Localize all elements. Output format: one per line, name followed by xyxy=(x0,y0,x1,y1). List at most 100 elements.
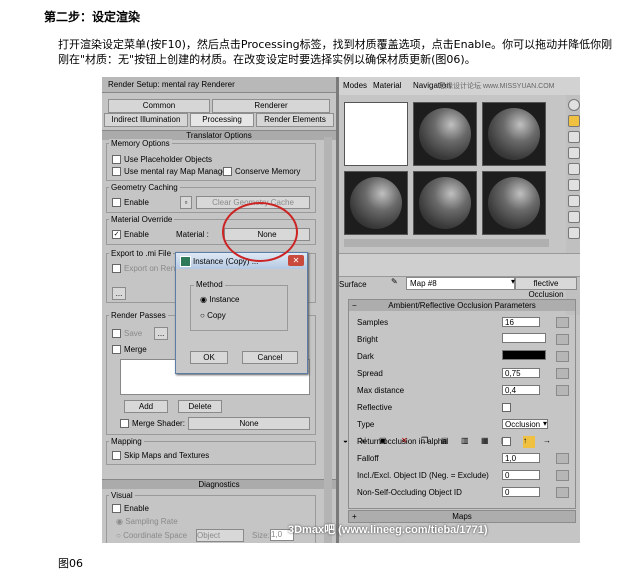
type-dropdown[interactable]: Occlusion xyxy=(502,419,548,429)
material-editor-panel: Modes Material Navigation 思缘设计论坛 www.MIS… xyxy=(339,77,580,543)
menu-material[interactable]: Material xyxy=(373,81,401,90)
sphere-preview xyxy=(488,177,540,229)
render-setup-title: Render Setup: mental ray Renderer xyxy=(108,80,235,89)
navigator-icon[interactable] xyxy=(568,227,580,239)
backlight-icon[interactable] xyxy=(568,115,580,127)
map-type-button[interactable]: flective Occlusion xyxy=(515,277,577,299)
object-dropdown[interactable]: Object xyxy=(196,529,244,542)
skip-maps-row[interactable]: Skip Maps and Textures xyxy=(112,451,209,461)
type-dropdown-arrow-icon[interactable]: ▾ xyxy=(543,419,547,428)
sample-type-icon[interactable] xyxy=(568,99,580,111)
dark-map-button[interactable] xyxy=(556,351,569,362)
video-color-icon[interactable] xyxy=(568,163,580,175)
reflective-checkbox[interactable] xyxy=(502,403,511,413)
eyedropper-icon[interactable]: ✎ xyxy=(391,277,398,286)
material-slot-3[interactable] xyxy=(482,102,546,166)
copy-option[interactable]: ○ Copy xyxy=(200,311,226,320)
diagnostics-rollout[interactable]: Diagnostics xyxy=(102,479,336,489)
use-placeholder-row[interactable]: Use Placeholder Objects xyxy=(112,155,212,165)
preview-icon[interactable] xyxy=(568,179,580,191)
use-map-manager-checkbox[interactable] xyxy=(112,167,121,177)
max-distance-spinner[interactable]: 0,4 xyxy=(502,385,540,395)
material-slot-5[interactable] xyxy=(413,171,477,235)
tab-common[interactable]: Common xyxy=(108,99,210,113)
material-slot-4[interactable] xyxy=(344,171,408,235)
bright-map-button[interactable] xyxy=(556,334,569,345)
falloff-map-button[interactable] xyxy=(556,453,569,464)
material-slot-1[interactable] xyxy=(344,102,408,166)
conserve-memory-checkbox[interactable] xyxy=(223,167,232,177)
geometry-caching-label: Geometry Caching xyxy=(109,183,180,192)
rollout-collapse-icon[interactable]: − xyxy=(352,300,357,311)
tab-processing[interactable]: Processing xyxy=(190,113,254,127)
sphere-preview xyxy=(419,177,471,229)
close-icon[interactable]: ✕ xyxy=(288,255,304,266)
skip-maps-checkbox[interactable] xyxy=(112,451,121,461)
render-passes-browse-button[interactable]: ... xyxy=(154,327,168,340)
instance-copy-dialog: Instance (Copy) ... ✕ Method ◉ Instance … xyxy=(175,252,308,374)
slots-scrollbar[interactable] xyxy=(344,239,549,247)
return-occlusion-checkbox-wrap[interactable] xyxy=(502,437,514,447)
return-occlusion-label: Return occlusion in alpha xyxy=(357,437,447,446)
use-map-manager-row[interactable]: Use mental ray Map Manager xyxy=(112,167,229,177)
tab-indirect-illumination[interactable]: Indirect Illumination xyxy=(104,113,188,127)
export-browse-button[interactable]: ... xyxy=(112,287,126,300)
delete-button[interactable]: Delete xyxy=(178,400,222,413)
radio-selected-icon[interactable]: ◉ xyxy=(200,295,207,304)
material-override-enable-row[interactable]: ✓ Enable xyxy=(112,230,149,240)
visual-enable-row[interactable]: Enable xyxy=(112,504,149,514)
background-icon[interactable] xyxy=(568,131,580,143)
cancel-button[interactable]: Cancel xyxy=(242,351,298,364)
spread-spinner[interactable]: 0,75 xyxy=(502,368,540,378)
max-distance-map-button[interactable] xyxy=(556,385,569,396)
tab-render-elements[interactable]: Render Elements xyxy=(256,113,334,127)
falloff-spinner[interactable]: 1,0 xyxy=(502,453,540,463)
dark-color-swatch[interactable] xyxy=(502,350,546,360)
select-by-material-icon[interactable] xyxy=(568,211,580,223)
reflective-checkbox-wrap[interactable] xyxy=(502,403,514,413)
save-row[interactable]: Save xyxy=(112,329,142,339)
uv-tiling-icon[interactable] xyxy=(568,147,580,159)
samples-map-button[interactable] xyxy=(556,317,569,328)
material-slot-6[interactable] xyxy=(482,171,546,235)
instance-option[interactable]: ◉ Instance xyxy=(200,295,239,304)
incl-excl-id-map-button[interactable] xyxy=(556,470,569,481)
bright-color-swatch[interactable] xyxy=(502,333,546,343)
geometry-cache-enable-row[interactable]: Enable xyxy=(112,198,149,208)
samples-spinner[interactable]: 16 xyxy=(502,317,540,327)
return-occlusion-checkbox[interactable] xyxy=(502,437,511,447)
step-heading: 第二步：设定渲染 xyxy=(44,10,141,24)
coordinate-space-row[interactable]: ○ Coordinate Space xyxy=(116,531,187,540)
use-placeholder-checkbox[interactable] xyxy=(112,155,121,165)
merge-shader-checkbox[interactable] xyxy=(120,419,129,429)
visual-enable-checkbox[interactable] xyxy=(112,504,121,514)
save-checkbox[interactable] xyxy=(112,329,121,339)
non-self-occluding-spinner[interactable]: 0 xyxy=(502,487,540,497)
incl-excl-id-label: Incl./Excl. Object ID (Neg. = Exclude) xyxy=(357,471,489,480)
add-button[interactable]: Add xyxy=(124,400,168,413)
material-slot-2[interactable] xyxy=(413,102,477,166)
sampling-rate-row[interactable]: ◉ Sampling Rate xyxy=(116,517,178,526)
merge-checkbox[interactable] xyxy=(112,345,121,355)
merge-row[interactable]: Merge xyxy=(112,345,147,355)
figure-caption: 图06 xyxy=(58,557,83,570)
spread-map-button[interactable] xyxy=(556,368,569,379)
menu-modes[interactable]: Modes xyxy=(343,81,367,90)
merge-shader-button[interactable]: None xyxy=(188,417,310,430)
lock-icon[interactable]: ▫ xyxy=(180,196,192,209)
options-icon[interactable] xyxy=(568,195,580,207)
ok-button[interactable]: OK xyxy=(190,351,228,364)
tab-renderer[interactable]: Renderer xyxy=(212,99,330,113)
map-name-field[interactable]: Map #8 xyxy=(406,277,515,290)
material-label: Material : xyxy=(176,230,209,239)
merge-shader-row[interactable]: Merge Shader: xyxy=(120,419,185,429)
conserve-memory-row[interactable]: Conserve Memory xyxy=(223,167,300,177)
rollout-title[interactable]: − Ambient/Reflective Occlusion Parameters xyxy=(349,300,575,311)
material-override-enable-checkbox[interactable]: ✓ xyxy=(112,230,121,240)
render-setup-scrollbar[interactable] xyxy=(324,137,332,543)
incl-excl-id-spinner[interactable]: 0 xyxy=(502,470,540,480)
geometry-cache-enable-checkbox[interactable] xyxy=(112,198,121,208)
export-on-render-checkbox[interactable] xyxy=(112,264,121,274)
non-self-occluding-map-button[interactable] xyxy=(556,487,569,498)
radio-icon[interactable]: ○ xyxy=(200,311,205,320)
